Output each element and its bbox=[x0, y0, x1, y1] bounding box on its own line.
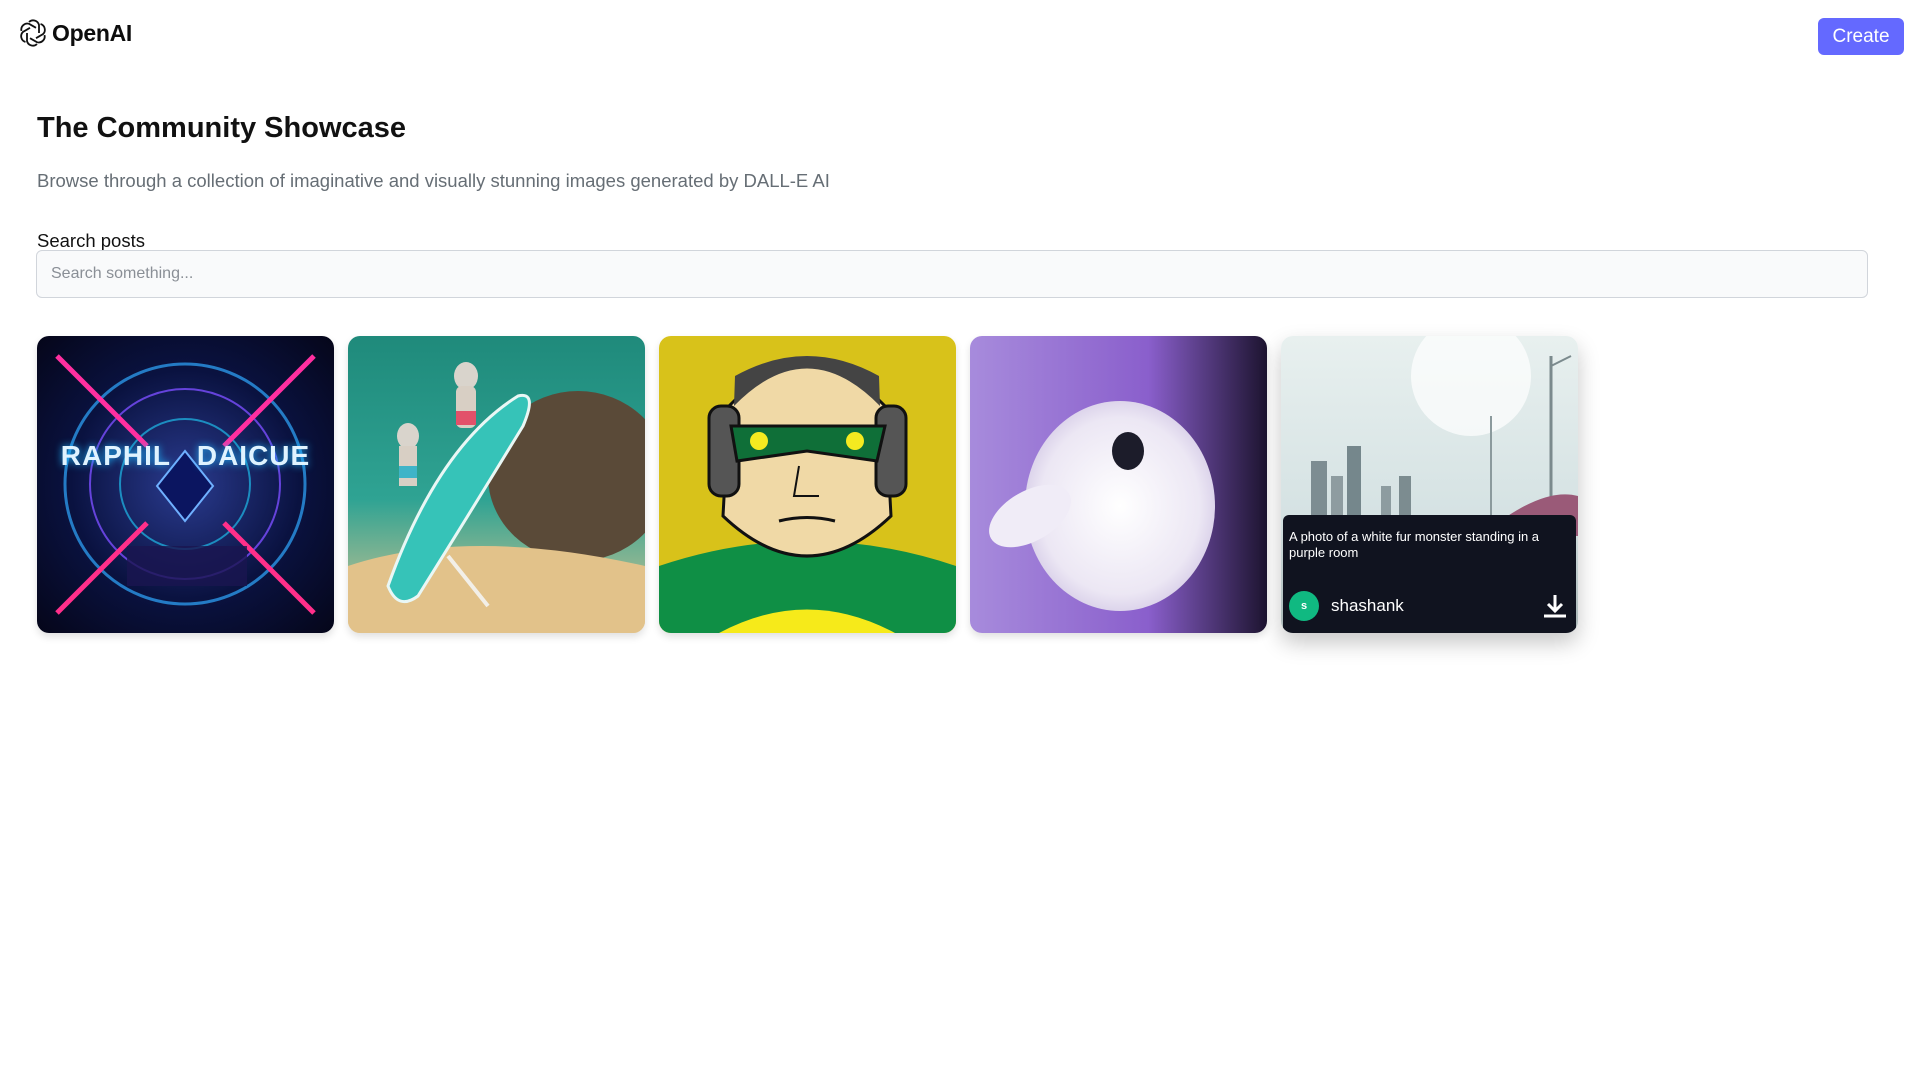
openai-logo-icon bbox=[20, 19, 46, 47]
top-navbar: OpenAI Create bbox=[0, 0, 1920, 72]
download-icon bbox=[1544, 595, 1566, 618]
page-title: The Community Showcase bbox=[37, 112, 407, 144]
post-card[interactable]: RAPHIL DAICUE bbox=[37, 336, 334, 633]
logo-text: OpenAI bbox=[52, 19, 132, 46]
superhero-headphones-image bbox=[659, 336, 956, 633]
mice-surfing-image bbox=[348, 336, 645, 633]
neon-cyberpunk-image bbox=[37, 336, 334, 633]
search-input[interactable] bbox=[36, 250, 1868, 298]
create-button[interactable]: Create bbox=[1818, 18, 1904, 55]
avatar: s bbox=[1289, 591, 1319, 621]
download-button[interactable] bbox=[1540, 591, 1570, 621]
openai-logo[interactable]: OpenAI bbox=[18, 18, 132, 48]
post-prompt: A photo of a white fur monster standing … bbox=[1289, 529, 1540, 560]
post-hover-overlay: A photo of a white fur monster standing … bbox=[1283, 515, 1576, 633]
post-footer: s shashank bbox=[1289, 591, 1570, 621]
post-author: s shashank bbox=[1289, 591, 1404, 621]
fur-monster-image bbox=[970, 336, 1267, 633]
neon-image-text: RAPHIL DAICUE bbox=[60, 440, 311, 471]
post-card-hovered[interactable]: A photo of a white fur monster standing … bbox=[1281, 336, 1578, 633]
post-card[interactable] bbox=[659, 336, 956, 633]
page-subtitle: Browse through a collection of imaginati… bbox=[37, 170, 830, 191]
post-card[interactable] bbox=[970, 336, 1267, 633]
search-label: Search posts bbox=[37, 230, 145, 251]
post-card[interactable] bbox=[348, 336, 645, 633]
posts-grid: RAPHIL DAICUE A photo of a white fur mon… bbox=[37, 336, 1578, 633]
author-name: shashank bbox=[1331, 596, 1404, 615]
